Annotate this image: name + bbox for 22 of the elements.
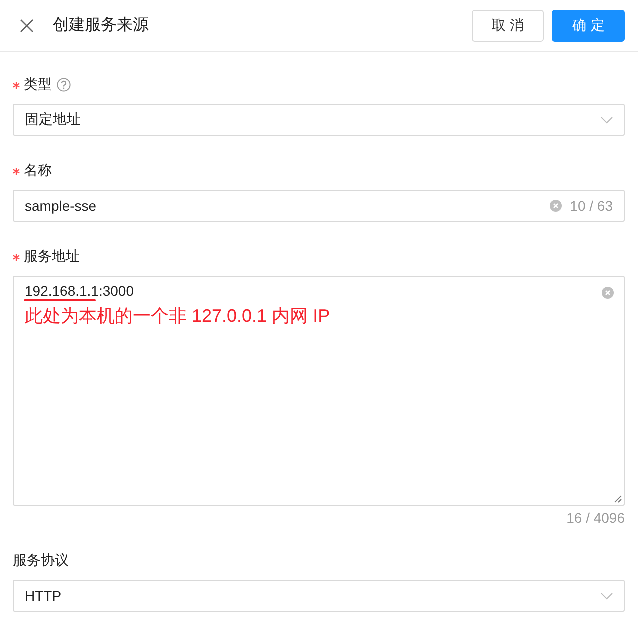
field-label: 名称 [24, 162, 52, 180]
character-count: 10 / 63 [570, 198, 613, 214]
field-label: 服务协议 [13, 552, 69, 570]
close-icon[interactable] [20, 18, 34, 32]
select-field[interactable]: 固定地址 [13, 104, 625, 136]
clear-icon[interactable] [602, 287, 614, 299]
help-icon[interactable] [57, 78, 71, 92]
dialog-title: 创建服务来源 [53, 16, 150, 36]
field-label: 类型 [24, 76, 52, 94]
chevron-down-icon [601, 116, 613, 124]
cancel-button[interactable]: 取消 [472, 10, 544, 42]
annotation-underline [24, 299, 96, 302]
character-count: 16 / 4096 [566, 510, 625, 526]
address-textarea[interactable]: 192.168.1.1:3000 此处为本机的一个非 127.0.0.1 内网 IP [13, 276, 625, 506]
chevron-down-icon [601, 592, 613, 600]
select-field[interactable]: HTTP [13, 580, 625, 612]
annotation-text: 此处为本机的一个非 127.0.0.1 内网 IP [25, 305, 332, 328]
field-label: 服务地址 [24, 248, 80, 266]
address-value: 192.168.1.1:3000 [25, 283, 134, 299]
name-input[interactable]: sample-sse 10 / 63 [13, 190, 625, 222]
clear-icon[interactable] [550, 200, 562, 212]
resize-handle-icon[interactable] [614, 495, 622, 503]
